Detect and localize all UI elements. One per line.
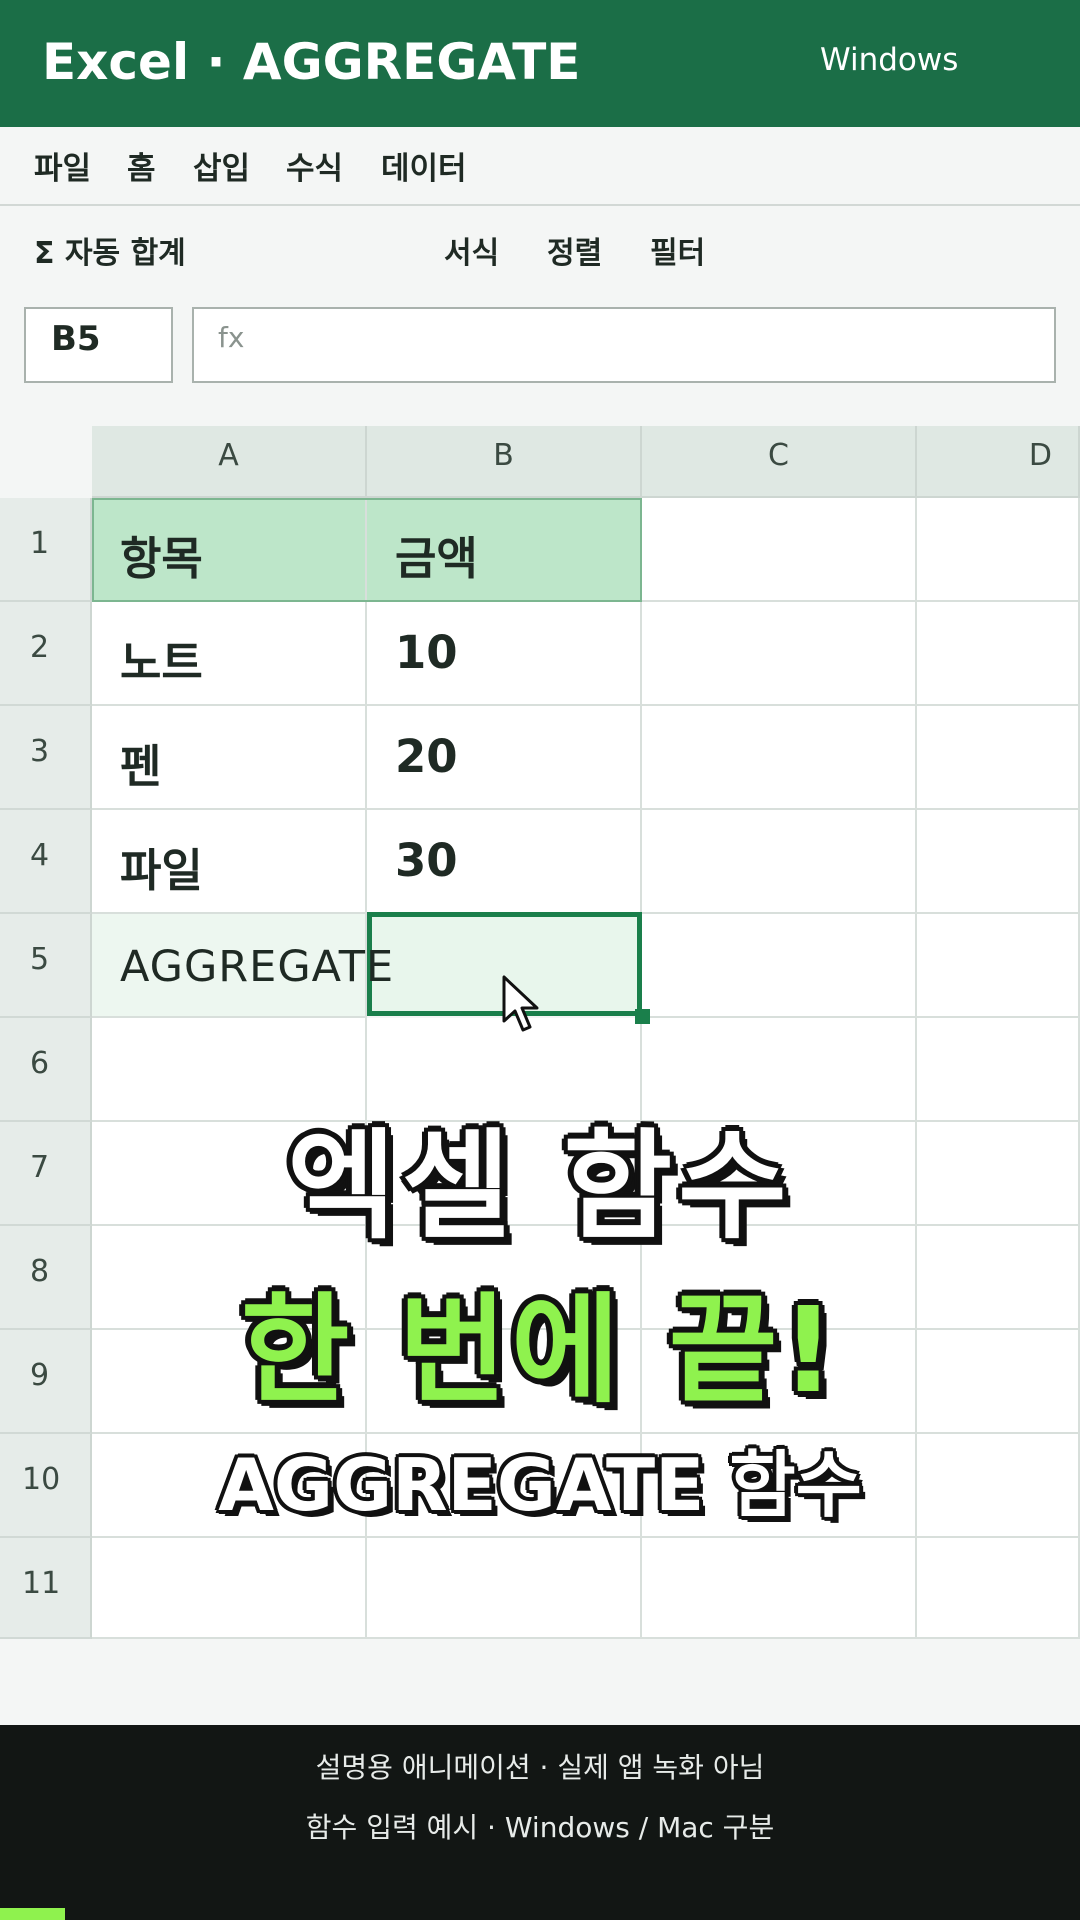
cell-a11[interactable] [92,1538,367,1639]
cell-b2-text: 10 [395,626,458,679]
cell-a2-text: 노트 [120,636,203,689]
row-header-11[interactable]: 11 [0,1538,92,1639]
cell-a3-text: 펜 [120,740,162,793]
overlay-function-name: AGGREGATE 함수 [218,1443,862,1527]
sort-button[interactable]: 정렬 [547,228,602,272]
overlay-tagline: 한 번에 끝! [240,1281,840,1419]
filter-button[interactable]: 필터 [650,228,705,272]
cell-b4[interactable]: 30 [367,810,642,914]
cell-c4[interactable] [642,810,917,914]
cell-b4-text: 30 [395,834,458,887]
cell-b3[interactable]: 20 [367,706,642,810]
column-header-b[interactable]: B [367,426,642,498]
name-box[interactable]: B5 [24,307,173,383]
column-header-c[interactable]: C [642,426,917,498]
cell-b3-text: 20 [395,730,458,783]
progress-bar [0,1908,65,1920]
cell-d11[interactable] [917,1538,1080,1639]
footer-note: 함수 입력 예시 · Windows / Mac 구분 [305,1811,775,1844]
menu-home[interactable]: 홈 [127,143,156,188]
cell-c3[interactable] [642,706,917,810]
cell-c1[interactable] [642,498,917,602]
ribbon: Σ 자동 합계 서식 정렬 필터 [0,206,1080,296]
cell-c2[interactable] [642,602,917,706]
row-header-4[interactable]: 4 [0,810,92,914]
fill-handle[interactable] [635,1009,650,1024]
cell-b1[interactable]: 금액 [367,498,642,602]
title-bar: Excel · AGGREGATE Windows [0,0,1080,127]
app-title: Excel · AGGREGATE [42,33,581,91]
cell-a1[interactable]: 항목 [92,498,367,602]
platform-label: Windows [820,42,959,78]
menu-data[interactable]: 데이터 [381,143,467,188]
cell-a3[interactable]: 펜 [92,706,367,810]
row-header-5[interactable]: 5 [0,914,92,1018]
cell-a4[interactable]: 파일 [92,810,367,914]
column-header-d[interactable]: D [917,426,1080,498]
column-header-a[interactable]: A [92,426,367,498]
cell-a1-text: 항목 [120,532,203,585]
cell-a5[interactable]: AGGREGATE [92,914,393,1018]
footer-disclaimer: 설명용 애니메이션 · 실제 앱 녹화 아님 [315,1751,765,1784]
cell-a2[interactable]: 노트 [92,602,367,706]
row-header-3[interactable]: 3 [0,706,92,810]
menu-file[interactable]: 파일 [34,143,91,188]
cell-d1[interactable] [917,498,1080,602]
cell-b11[interactable] [367,1538,642,1639]
mouse-pointer-icon [502,975,539,1032]
cell-b1-text: 금액 [395,532,478,585]
cell-c11[interactable] [642,1538,917,1639]
cell-d4[interactable] [917,810,1080,914]
cell-a4-text: 파일 [120,844,203,897]
format-button[interactable]: 서식 [444,228,499,272]
formula-bar[interactable]: fx [192,307,1056,383]
overlay-headline: 엑셀 함수 [287,1117,793,1255]
row-header-1[interactable]: 1 [0,498,92,602]
fx-label: fx [218,321,245,354]
menu-bar: 파일 홈 삽입 수식 데이터 [0,127,1080,206]
cell-b2[interactable]: 10 [367,602,642,706]
cell-a5-text: AGGREGATE [120,942,395,992]
menu-formulas[interactable]: 수식 [286,143,343,188]
cell-d5[interactable] [917,914,1080,1018]
footer: 설명용 애니메이션 · 실제 앱 녹화 아님 함수 입력 예시 · Window… [0,1725,1080,1920]
cell-c5[interactable] [642,914,917,1018]
row-header-2[interactable]: 2 [0,602,92,706]
menu-insert[interactable]: 삽입 [193,143,250,188]
cell-d2[interactable] [917,602,1080,706]
cell-d3[interactable] [917,706,1080,810]
autosum-button[interactable]: Σ 자동 합계 [34,228,186,272]
